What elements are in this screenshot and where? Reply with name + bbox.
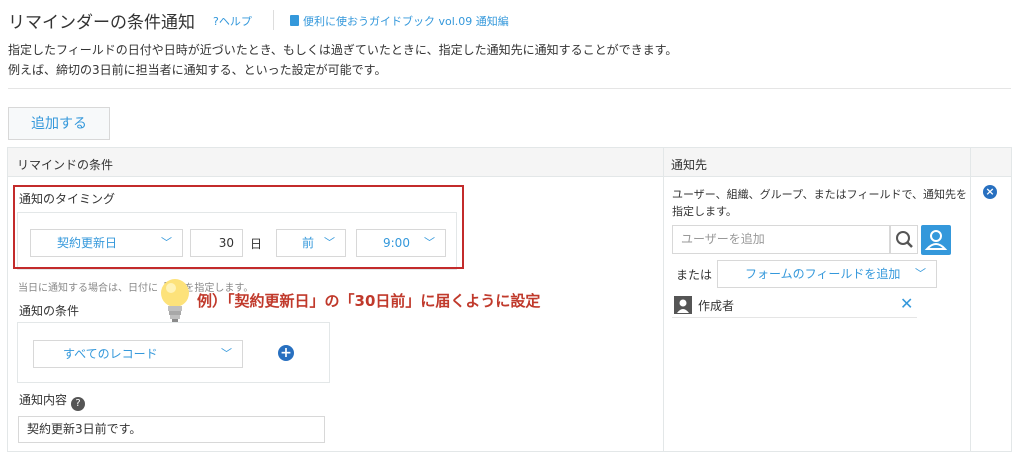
user-select-button[interactable] — [921, 225, 951, 255]
delete-row-icon[interactable]: × — [983, 185, 997, 199]
guide-link-label: 便利に使おうガイドブック vol.09 通知編 — [303, 15, 509, 28]
field-add-label: フォームのフィールドを追加 — [745, 267, 901, 281]
add-button[interactable]: 追加する — [8, 107, 110, 140]
callout-text: 例）「契約更新日」の「30日前」に届くように設定 — [197, 292, 541, 310]
description-line-1: 指定したフィールドの日付や日時が近づいたとき、もしくは過ぎていたときに、指定した… — [8, 43, 678, 57]
remove-recipient-icon[interactable]: ✕ — [900, 294, 913, 313]
content-label-text: 通知内容 — [19, 393, 68, 407]
user-icon — [924, 230, 948, 250]
guide-link[interactable]: 便利に使おうガイドブック vol.09 通知編 — [290, 13, 509, 29]
condition-filter-value: すべてのレコード — [63, 347, 158, 361]
chevron-down-icon: ﹀ — [221, 347, 232, 360]
recipient-desc-2: 指定します。 — [672, 205, 737, 218]
field-add-select[interactable]: フォームのフィールドを追加 ﹀ — [717, 260, 937, 288]
book-icon — [290, 15, 299, 26]
lightbulb-icon — [161, 279, 189, 322]
header-condition: リマインドの条件 — [17, 158, 114, 172]
person-icon — [674, 296, 692, 314]
recipient-name: 作成者 — [698, 299, 735, 313]
add-condition-icon[interactable]: + — [278, 345, 294, 361]
help-link[interactable]: ?ヘルプ — [213, 13, 252, 29]
header-recipient: 通知先 — [671, 158, 708, 172]
search-icon — [896, 231, 913, 248]
help-icon[interactable]: ? — [71, 397, 86, 411]
description-line-2: 例えば、締切の3日前に担当者に通知する、といった設定が可能です。 — [8, 63, 387, 77]
column-divider — [663, 148, 664, 451]
user-input[interactable]: ユーザーを追加 — [672, 225, 890, 254]
or-label: または — [676, 268, 713, 282]
content-input[interactable]: 契約更新3日前です。 — [18, 416, 325, 443]
content-label: 通知内容? — [19, 391, 86, 411]
search-button[interactable] — [890, 225, 918, 254]
page-title: リマインダーの条件通知 — [8, 13, 195, 33]
column-divider — [970, 148, 971, 451]
condition-label: 通知の条件 — [19, 304, 80, 318]
highlight-box — [13, 185, 464, 269]
recipient-desc-1: ユーザー、組織、グループ、またはフィールドで、通知先を — [672, 188, 968, 201]
chevron-down-icon: ﹀ — [915, 267, 926, 280]
condition-filter-select[interactable]: すべてのレコード ﹀ — [33, 340, 243, 368]
divider — [8, 88, 1011, 89]
table-header — [8, 148, 1011, 177]
header-divider — [273, 10, 274, 30]
recipient-entry: 作成者 ✕ — [672, 294, 917, 318]
